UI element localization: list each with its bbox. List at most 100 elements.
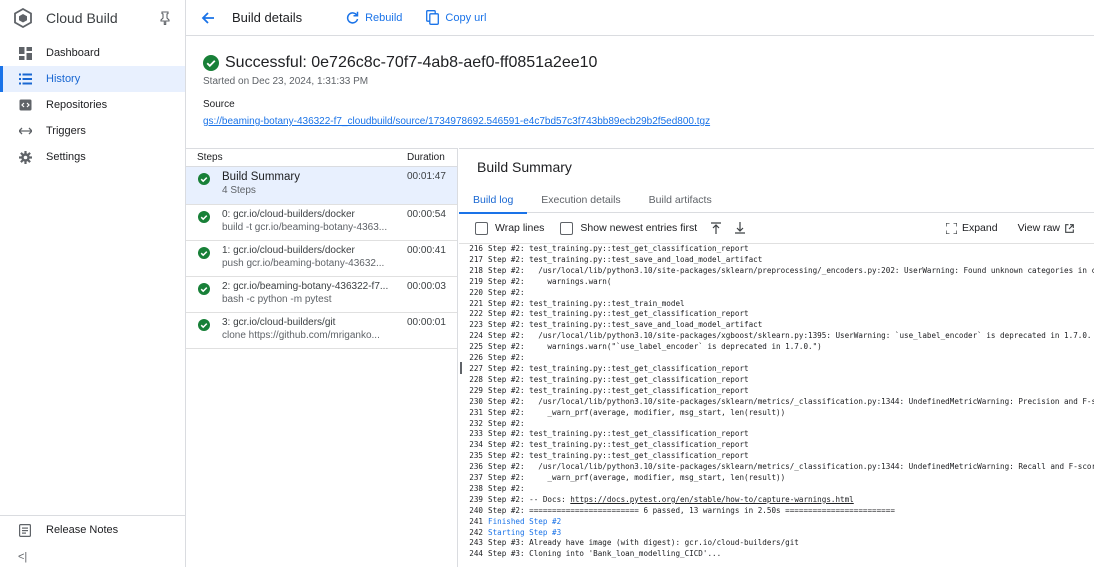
step-row[interactable]: 3: gcr.io/cloud-builders/git clone https… — [186, 313, 457, 349]
log-line-text: Step #2: — [488, 483, 525, 493]
steps-panel: Steps Duration Build Summary 4 Steps 00:… — [186, 148, 458, 567]
log-line-number: 233 — [469, 429, 483, 439]
sidebar-item-label: Triggers — [46, 125, 86, 137]
tab-execution-details[interactable]: Execution details — [527, 187, 634, 213]
source-label: Source — [203, 99, 235, 110]
log-line-text: Step #2: test_training.py::test_save_and… — [488, 320, 763, 330]
log-line-number: 244 — [469, 549, 483, 559]
log-line-number: 229 — [469, 385, 483, 395]
log-line: 242 Starting Step #3 — [459, 528, 1094, 539]
log-line: 225 Step #2: warnings.warn("`use_label_en… — [459, 342, 1094, 353]
log-line-text: Step #2: /usr/local/lib/python3.10/site-… — [488, 462, 1094, 472]
expand-icon — [945, 222, 957, 234]
sidebar-item-release-notes[interactable]: Release Notes — [0, 517, 185, 543]
log-line: 231 Step #2: _warn_prf(average, modifier,… — [459, 408, 1094, 419]
log-line-number: 228 — [469, 374, 483, 384]
log-line-number: 241 — [469, 516, 483, 526]
scroll-to-top-icon[interactable] — [711, 222, 722, 234]
log-line-number: 223 — [469, 320, 483, 330]
log-line: 244 Step #3: Cloning into 'Bank_loan_mode… — [459, 549, 1094, 560]
log-line-text: Step #2: test_training.py::test_get_clas… — [488, 363, 749, 373]
log-line-number: 236 — [469, 462, 483, 472]
step-row-summary[interactable]: Build Summary 4 Steps 00:01:47 — [186, 167, 457, 205]
view-raw-button[interactable]: View raw — [1018, 222, 1074, 234]
page-title: Build details — [232, 10, 303, 25]
sidebar-item-history[interactable]: History — [0, 66, 185, 92]
log-line-number: 231 — [469, 407, 483, 417]
log-line-number: 230 — [469, 396, 483, 406]
log-line-text: Step #3: Already have image (with digest… — [488, 538, 799, 548]
log-line: 230 Step #2: /usr/local/lib/python3.10/si… — [459, 397, 1094, 408]
step-name: 0: gcr.io/cloud-builders/docker — [222, 209, 355, 220]
log-line-text: Step #2: — [488, 287, 525, 297]
log-line-number: 216 — [469, 244, 483, 253]
log-line: 235 Step #2: test_training.py::test_get_c… — [459, 451, 1094, 462]
log-line: 216 Step #2: test_training.py::test_get_c… — [459, 244, 1094, 255]
sidebar-item-label: Repositories — [46, 99, 108, 111]
log-line-number: 240 — [469, 505, 483, 515]
log-line-text: Step #2: test_training.py::test_get_clas… — [488, 309, 749, 319]
tab-build-artifacts[interactable]: Build artifacts — [635, 187, 726, 213]
build-log-panel: Build Summary Build log Execution detail… — [459, 148, 1094, 567]
back-arrow-icon[interactable] — [200, 10, 216, 26]
source-link[interactable]: gs://beaming-botany-436322-f7_cloudbuild… — [203, 116, 710, 127]
step-subtitle: 4 Steps — [222, 185, 256, 196]
copy-url-label: Copy url — [445, 11, 487, 24]
show-newest-checkbox[interactable]: Show newest entries first — [560, 221, 697, 235]
success-check-icon — [198, 283, 210, 295]
brand: Cloud Build — [0, 0, 185, 36]
log-line: 217 Step #2: test_training.py::test_save_… — [459, 255, 1094, 266]
pin-icon[interactable] — [159, 11, 173, 25]
log-line-text: Step #2: test_training.py::test_get_clas… — [488, 451, 749, 461]
log-line: 234 Step #2: test_training.py::test_get_c… — [459, 440, 1094, 451]
tab-build-log[interactable]: Build log — [459, 187, 528, 214]
collapse-sidebar-icon[interactable]: <| — [18, 551, 27, 563]
sidebar-item-label: Settings — [46, 151, 86, 163]
wrap-lines-checkbox[interactable]: Wrap lines — [475, 221, 544, 235]
scroll-to-bottom-icon[interactable] — [735, 222, 746, 234]
steps-table-header: Steps Duration — [186, 149, 457, 167]
log-tabs: Build log Execution details Build artifa… — [459, 187, 1094, 214]
duration-column-header: Duration — [407, 152, 445, 163]
sidebar-divider — [0, 515, 185, 516]
docs-link[interactable]: https://docs.pytest.org/en/stable/how-to… — [570, 495, 853, 504]
checkbox-icon — [560, 221, 574, 235]
log-line-text: Step #2: -- Docs: https://docs.pytest.or… — [488, 494, 854, 504]
step-row[interactable]: 1: gcr.io/cloud-builders/docker push gcr… — [186, 241, 457, 277]
step-row[interactable]: 0: gcr.io/cloud-builders/docker build -t… — [186, 205, 457, 241]
log-line-text: Step #2: _warn_prf(average, modifier, ms… — [488, 407, 786, 417]
build-status-title: Successful: 0e726c8c-70f7-4ab8-aef0-ff08… — [225, 54, 598, 71]
copy-url-button[interactable]: Copy url — [426, 10, 486, 25]
sidebar-item-dashboard[interactable]: Dashboard — [0, 40, 185, 66]
log-line-number: 232 — [469, 418, 483, 428]
log-line: 219 Step #2: warnings.warn( — [459, 277, 1094, 288]
step-subtitle: bash -c python -m pytest — [222, 294, 332, 305]
success-check-icon — [198, 173, 210, 185]
log-line: 218 Step #2: /usr/local/lib/python3.10/si… — [459, 266, 1094, 277]
log-line-number: 227 — [469, 363, 483, 373]
log-line-number: 221 — [469, 298, 483, 308]
log-line-text: Step #2: test_training.py::test_get_clas… — [488, 385, 749, 395]
log-line-number: 225 — [469, 342, 483, 352]
sidebar-item-settings[interactable]: Settings — [0, 144, 185, 170]
rebuild-button[interactable]: Rebuild — [346, 11, 402, 24]
log-line: 222 Step #2: test_training.py::test_get_c… — [459, 309, 1094, 320]
log-line: 229 Step #2: test_training.py::test_get_c… — [459, 386, 1094, 397]
step-subtitle: build -t gcr.io/beaming-botany-4363... — [222, 222, 388, 233]
expand-button[interactable]: Expand — [945, 222, 998, 234]
cloud-build-logo-icon — [12, 7, 34, 29]
log-line: 238 Step #2: — [459, 484, 1094, 495]
log-line: 233 Step #2: test_training.py::test_get_c… — [459, 429, 1094, 440]
sidebar-item-repositories[interactable]: Repositories — [0, 92, 185, 118]
log-line-text: Step #2: test_training.py::test_get_clas… — [488, 440, 749, 450]
log-line-number: 235 — [469, 451, 483, 461]
sidebar-item-triggers[interactable]: Triggers — [0, 118, 185, 144]
step-row[interactable]: 2: gcr.io/beaming-botany-436322-f7... ba… — [186, 277, 457, 313]
step-name: 1: gcr.io/cloud-builders/docker — [222, 245, 355, 256]
settings-gear-icon — [18, 150, 32, 164]
log-line-text: Step #2: /usr/local/lib/python3.10/site-… — [488, 396, 1094, 406]
log-line: 241 Finished Step #2 — [459, 517, 1094, 528]
header-bar: Build details Rebuild Copy url — [186, 0, 1094, 36]
log-line-text: Step #2: test_training.py::test_save_and… — [488, 254, 763, 264]
steps-column-header: Steps — [197, 152, 223, 163]
